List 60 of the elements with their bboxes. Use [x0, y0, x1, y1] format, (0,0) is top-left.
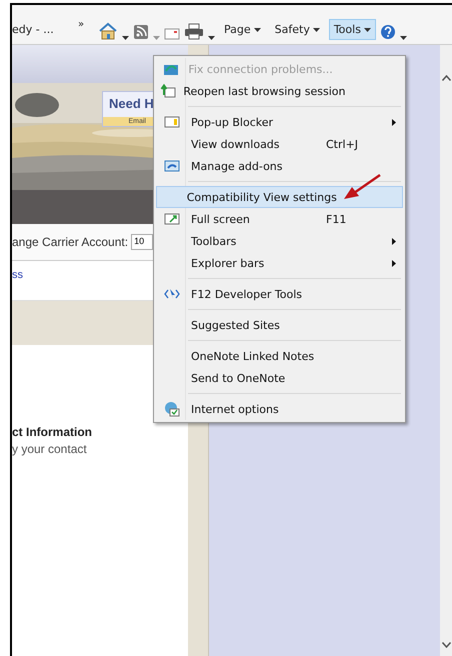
- toolbar-menu-button[interactable]: Safety: [270, 19, 325, 40]
- menu-item-label: OneNote Linked Notes: [190, 350, 316, 362]
- caret-icon: [312, 28, 320, 32]
- help-icon[interactable]: [380, 24, 396, 40]
- menu-item-label: Compatibility View settings: [186, 190, 337, 204]
- menu-item-label: Toolbars: [190, 234, 238, 248]
- menu-item[interactable]: OneNote Linked Notes: [156, 345, 403, 367]
- menu-item-label: Internet options: [190, 402, 280, 416]
- menu-item[interactable]: Suggested Sites: [156, 314, 403, 336]
- banner-title: Need H: [108, 95, 155, 111]
- menu-item[interactable]: Compatibility View settings: [156, 186, 403, 208]
- globe-icon: [164, 401, 180, 417]
- caret-icon[interactable]: [400, 36, 407, 40]
- menu-item-label: Reopen last browsing session: [182, 84, 346, 98]
- home-icon[interactable]: [98, 22, 118, 40]
- menu-item-label: F12 Developer Tools: [190, 288, 303, 300]
- menu-item-label: Full screen: [190, 212, 251, 226]
- mail-icon[interactable]: [164, 28, 180, 40]
- menu-item[interactable]: Pop-up Blocker: [156, 111, 403, 133]
- shortcut-label: F11: [326, 212, 348, 226]
- caret-icon: [364, 28, 371, 32]
- carrier-account-label: ange Carrier Account:: [12, 235, 128, 249]
- popup-icon: [164, 114, 180, 130]
- menu-item[interactable]: View downloads Ctrl+J: [156, 133, 403, 155]
- shortcut-label: Ctrl+J: [326, 138, 360, 150]
- menu-item-label: Explorer bars: [190, 256, 266, 270]
- printer-icon[interactable]: [184, 23, 204, 40]
- fullscreen-icon: [164, 211, 180, 227]
- caret-icon: [254, 28, 261, 32]
- menu-item[interactable]: F12 Developer Tools: [156, 283, 403, 305]
- menu-item[interactable]: Send to OneNote: [156, 367, 403, 389]
- menu-item-label: Send to OneNote: [190, 372, 286, 384]
- caret-icon[interactable]: [208, 36, 215, 40]
- menu-item-label: Fix connection problems...: [187, 62, 333, 76]
- menu-item-label: Pop-up Blocker: [190, 116, 274, 128]
- scroll-down-icon[interactable]: [442, 642, 450, 648]
- menu-item-label: View downloads: [190, 138, 281, 150]
- menu-item[interactable]: Internet options: [156, 398, 403, 420]
- feed-icon[interactable]: [133, 24, 149, 40]
- overflow-button[interactable]: »: [78, 19, 94, 30]
- scroll-up-icon[interactable]: [442, 75, 450, 81]
- caret-icon[interactable]: [122, 36, 129, 40]
- toolbar-menu-button[interactable]: Page: [219, 19, 266, 40]
- annotation-arrow-drawing: [344, 174, 381, 199]
- menu-item-label: Suggested Sites: [190, 318, 281, 332]
- section-title: ct Information: [12, 425, 93, 439]
- menu-item[interactable]: Reopen last browsing session: [156, 80, 403, 102]
- section-text: y your contact: [12, 442, 88, 456]
- menu-item[interactable]: Manage add-ons: [156, 155, 403, 177]
- carrier-account-field[interactable]: 10: [131, 234, 154, 250]
- menu-item[interactable]: Full screen F11: [156, 208, 403, 230]
- tab-title[interactable]: edy - ...: [12, 23, 74, 40]
- menu-item[interactable]: Explorer bars: [156, 252, 403, 274]
- menu-item-label: Manage add-ons: [190, 160, 284, 172]
- toolbar-menu-button[interactable]: Tools: [328, 19, 376, 40]
- page-link[interactable]: ss: [12, 269, 23, 281]
- scrollbar[interactable]: [440, 45, 452, 656]
- reopen-icon: [160, 83, 176, 99]
- menu-item[interactable]: Toolbars: [156, 230, 403, 252]
- puzzle-icon: [164, 158, 180, 174]
